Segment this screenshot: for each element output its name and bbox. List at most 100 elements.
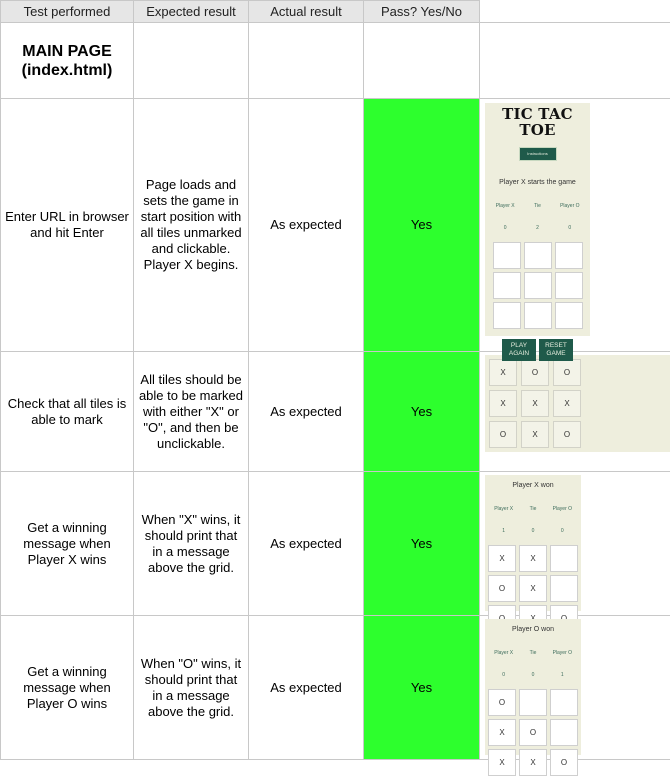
board-tile[interactable]: X [521,421,549,448]
board-tile[interactable]: O [488,689,516,716]
actual-cell[interactable]: As expected [249,352,364,472]
pass-cell[interactable]: Yes [364,99,480,352]
header-pass[interactable]: Pass? Yes/No [364,1,480,23]
board-tile[interactable]: O [521,359,549,386]
section-row: MAIN PAGE (index.html) [1,23,670,99]
score-label: Player X [494,506,513,512]
score-label: Player X [496,203,515,209]
board-tile[interactable]: X [519,749,547,776]
header-expected-result[interactable]: Expected result [134,1,249,23]
scoreboard: Player X 0 Tie 0 Player O 1 [485,645,581,683]
screenshot-cell: X O O X X X O X O [480,352,670,472]
board-tile[interactable] [519,689,547,716]
board-tile[interactable]: X [521,390,549,417]
instructions-button[interactable]: Instructions [519,147,557,161]
test-sheet: Test performed Expected result Actual re… [0,0,670,754]
board-tile[interactable]: O [488,575,516,602]
table-row: Enter URL in browser and hit Enter Page … [1,99,670,352]
expected-cell[interactable]: When "O" wins, it should print that in a… [134,616,249,760]
game-screenshot-start: TIC TAC TOE Instructions Player X starts… [485,103,590,336]
table-row: Check that all tiles is able to mark All… [1,352,670,472]
scoreboard: Player X1 Tie0 Player O0 [485,501,581,539]
play-again-button[interactable]: PLAY AGAIN [502,339,536,361]
game-board: O X O X X O [485,689,581,776]
score-value: 1 [548,667,576,683]
board-tile[interactable]: X [488,545,516,572]
score-label: Player O [553,650,572,656]
board-tile[interactable]: X [553,390,581,417]
board-tile[interactable] [524,272,552,299]
board-tile[interactable] [493,302,521,329]
board-tile[interactable]: O [550,749,578,776]
pass-cell[interactable]: Yes [364,472,480,616]
actual-cell[interactable]: As expected [249,472,364,616]
expected-cell[interactable]: Page loads and sets the game in start po… [134,99,249,352]
section-title[interactable]: MAIN PAGE (index.html) [1,23,134,99]
board-tile[interactable] [555,272,583,299]
score-label: Tie [530,506,537,512]
board-tile[interactable]: X [519,575,547,602]
test-cell[interactable]: Enter URL in browser and hit Enter [1,99,134,352]
header-test-performed[interactable]: Test performed [1,1,134,23]
scoreboard: Player X 0 Tie 2 Player O 0 [485,198,590,236]
actual-cell[interactable]: As expected [249,616,364,760]
board-tile[interactable] [550,689,578,716]
test-table: Test performed Expected result Actual re… [0,0,670,760]
score-value: 0 [548,523,576,539]
header-actual-result[interactable]: Actual result [249,1,364,23]
score-label: Player X [494,650,513,656]
board-tile[interactable] [550,545,578,572]
board-tile[interactable] [493,272,521,299]
score-label: Player O [560,203,579,209]
screenshot-cell: TIC TAC TOE Instructions Player X starts… [480,99,670,352]
test-cell[interactable]: Get a winning message when Player X wins [1,472,134,616]
game-screenshot-x-won: Player X won Player X1 Tie0 Player O0 X … [485,475,581,611]
game-message: Player X won [485,478,581,494]
reset-game-button[interactable]: RESET GAME [539,339,573,361]
board-tile[interactable]: X [488,719,516,746]
expected-cell[interactable]: All tiles should be able to be marked wi… [134,352,249,472]
board-tile[interactable]: O [489,421,517,448]
game-screenshot-o-won: Player O won Player X0 Tie0 Player O1 O … [485,619,581,755]
board-tile[interactable] [524,242,552,269]
score-value: 0 [490,667,518,683]
score-value: 0 [519,667,547,683]
actual-cell[interactable]: As expected [249,99,364,352]
game-message: Player O won [485,622,581,638]
score-label: Player O [553,506,572,512]
game-board [485,242,590,329]
score-value: 1 [490,523,518,539]
game-actions: PLAY AGAIN RESET GAME [485,339,590,361]
score-label: Tie [530,650,537,656]
board-tile[interactable] [555,242,583,269]
empty-cell[interactable] [249,23,364,99]
board-tile[interactable]: X [519,545,547,572]
score-value: 2 [523,220,551,236]
score-value: 0 [556,220,584,236]
empty-cell[interactable] [480,23,670,99]
board-tile[interactable] [550,719,578,746]
board-tile[interactable]: O [553,421,581,448]
pass-cell[interactable]: Yes [364,352,480,472]
board-tile[interactable] [493,242,521,269]
table-row: Get a winning message when Player O wins… [1,616,670,760]
test-cell[interactable]: Get a winning message when Player O wins [1,616,134,760]
board-tile[interactable]: O [519,719,547,746]
screenshot-cell: Player X won Player X1 Tie0 Player O0 X … [480,472,670,616]
test-cell[interactable]: Check that all tiles is able to mark [1,352,134,472]
board-tile[interactable] [555,302,583,329]
score-value: 0 [491,220,519,236]
score-label: Tie [534,203,541,209]
pass-cell[interactable]: Yes [364,616,480,760]
game-message: Player X starts the game [485,175,590,191]
board-tile[interactable]: O [553,359,581,386]
board-tile[interactable]: X [489,390,517,417]
expected-cell[interactable]: When "X" wins, it should print that in a… [134,472,249,616]
board-tile[interactable]: X [489,359,517,386]
empty-cell[interactable] [134,23,249,99]
screenshot-cell: Player O won Player X0 Tie0 Player O1 O … [480,616,670,760]
board-tile[interactable] [550,575,578,602]
board-tile[interactable] [524,302,552,329]
board-tile[interactable]: X [488,749,516,776]
empty-cell[interactable] [364,23,480,99]
